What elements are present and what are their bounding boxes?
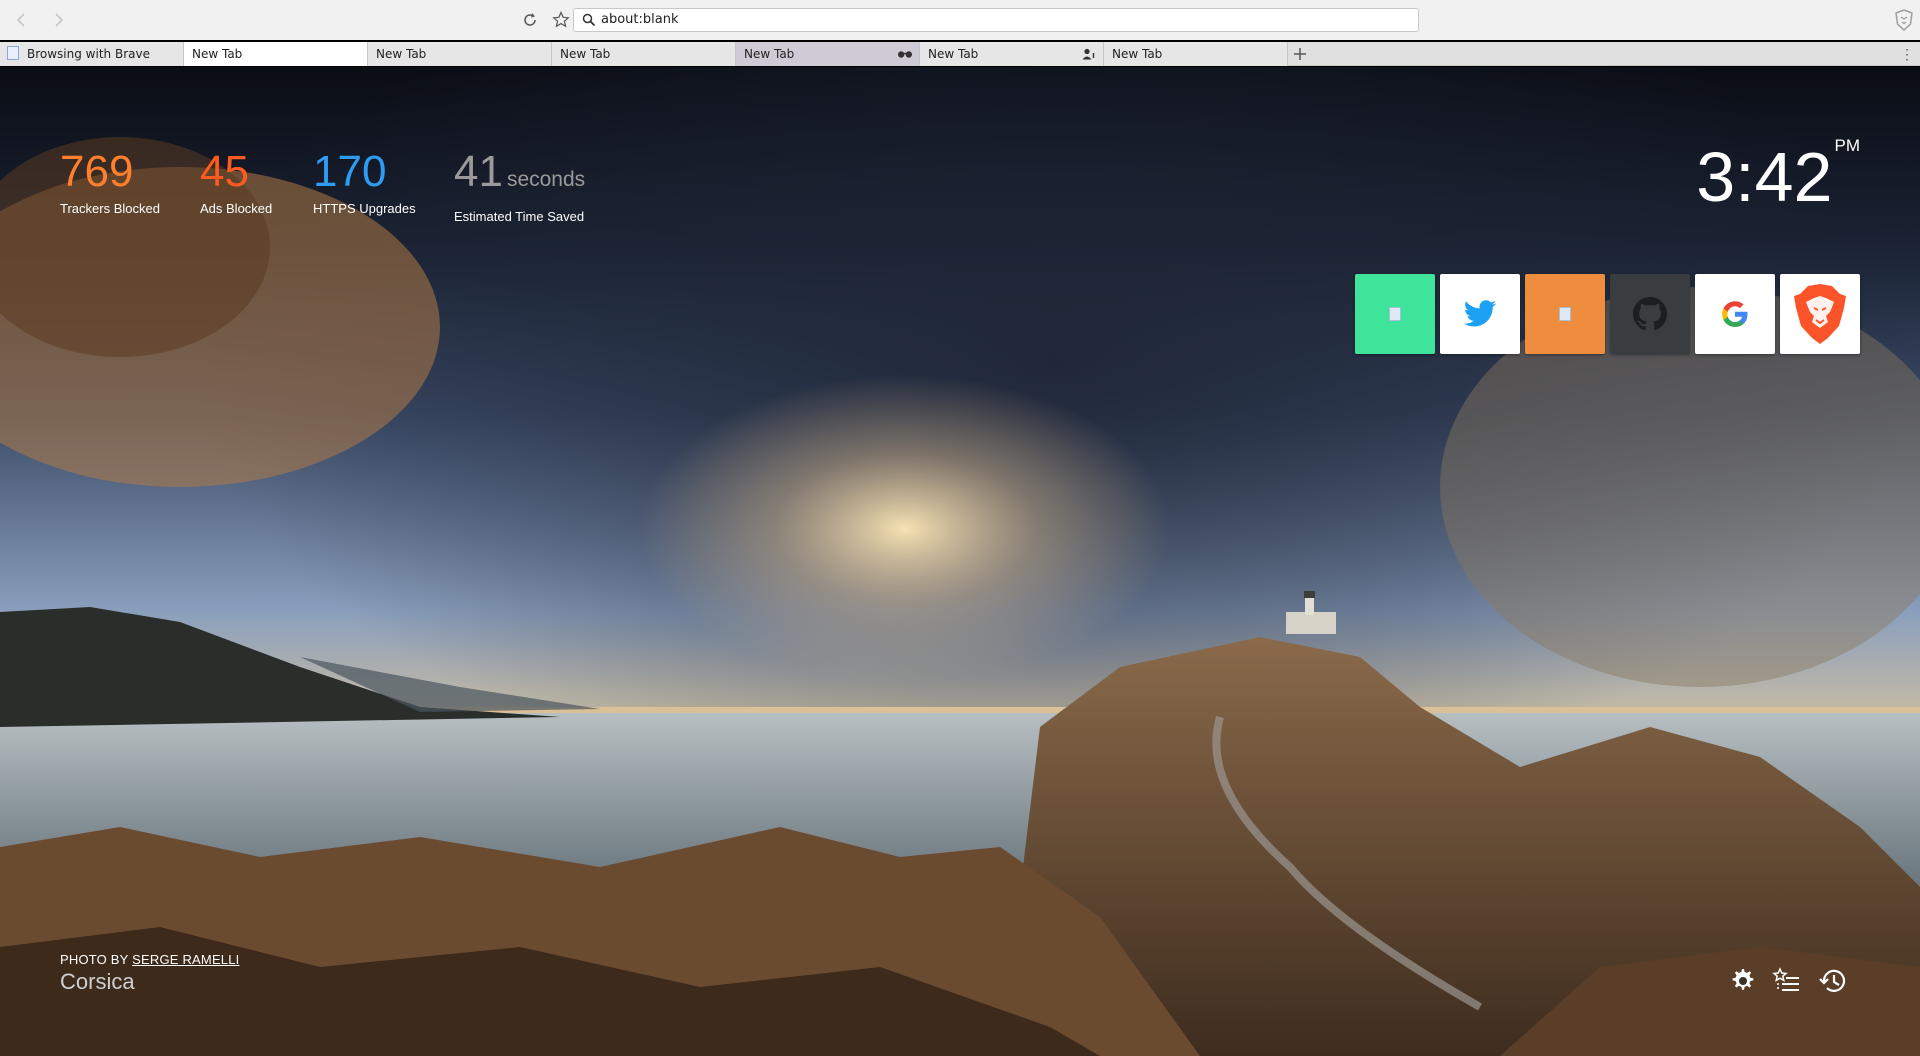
search-icon [582,13,596,27]
site-tile-github[interactable] [1610,274,1690,354]
stat-label: Trackers Blocked [60,201,160,216]
tab-strip: Browsing with Brave New Tab New Tab New … [0,42,1920,66]
site-tile-twitter[interactable] [1440,274,1520,354]
gear-icon [1732,969,1754,990]
bookmark-star-button[interactable] [551,10,571,30]
tab-label: New Tab [744,47,795,61]
photographer-link[interactable]: SERGE RAMELLI [132,952,239,967]
tab-label: New Tab [376,47,427,61]
brave-shield-icon [1895,9,1913,31]
stat-ads-blocked: 45 Ads Blocked [200,147,273,217]
new-tab-button[interactable] [1292,46,1308,62]
tab-new-tab-active[interactable]: New Tab [184,42,368,66]
history-icon [1819,969,1846,992]
site-tile-green[interactable] [1355,274,1435,354]
tab-new-tab[interactable]: New Tab [368,42,552,66]
photo-location: Corsica [60,969,135,994]
bookmarks-icon [1772,967,1799,991]
stat-label: HTTPS Upgrades [313,201,416,216]
back-button[interactable] [11,10,31,30]
private-glasses-icon [898,51,912,58]
tab-label: New Tab [192,47,243,61]
photo-credit: PHOTO BY SERGE RAMELLI Corsica [60,952,239,995]
menu-button[interactable]: ⋮ [1900,44,1914,64]
session-person-icon [1082,48,1095,60]
settings-button[interactable] [1727,966,1757,996]
background-photo [0,67,1920,1056]
tab-label: Browsing with Brave [27,47,150,61]
brave-lion-icon [1794,284,1846,344]
github-icon [1633,297,1667,331]
site-tile-orange[interactable] [1525,274,1605,354]
site-tile-brave[interactable] [1780,274,1860,354]
page-favicon-icon [7,46,19,60]
clock-time: 3:42 [1696,138,1833,216]
twitter-icon [1463,300,1496,327]
reload-icon [524,13,536,26]
page-icon [1389,307,1401,321]
tab-new-tab-private[interactable]: New Tab [736,42,920,66]
google-icon [1722,301,1748,327]
stat-value: 769 [60,147,134,196]
chevron-left-icon [16,13,25,27]
site-tile-google[interactable] [1695,274,1775,354]
stat-label: Estimated Time Saved [454,209,585,224]
chevron-right-icon [55,13,64,27]
tab-label: New Tab [1112,47,1163,61]
tab-label: New Tab [928,47,979,61]
new-tab-page: 769 Trackers Blocked 45 Ads Blocked 170 … [0,67,1920,1056]
stat-https-upgrades: 170 HTTPS Upgrades [313,147,416,217]
url-text[interactable]: about:blank [601,12,679,27]
plus-icon [1294,48,1306,60]
stat-trackers-blocked: 769 Trackers Blocked [60,147,160,217]
stat-unit: seconds [506,168,586,191]
tab-browsing-with-brave[interactable]: Browsing with Brave [0,42,184,66]
stat-value: 41 seconds [454,147,586,196]
url-bar[interactable]: about:blank [573,8,1419,32]
tab-new-tab-session[interactable]: New Tab [920,42,1104,66]
star-icon [552,11,570,28]
stat-value: 170 [313,147,387,196]
stat-value: 45 [200,147,249,196]
clock-period: PM [1834,136,1861,155]
tab-new-tab[interactable]: New Tab [1104,42,1288,66]
clock: 3:42 PM [1696,136,1861,217]
forward-button[interactable] [49,10,69,30]
bookmarks-button[interactable] [1772,966,1802,996]
photo-credit-line: PHOTO BY SERGE RAMELLI [60,952,240,967]
page-icon [1559,307,1571,321]
reload-button[interactable] [520,10,540,30]
tab-new-tab[interactable]: New Tab [552,42,736,66]
tab-label: New Tab [560,47,611,61]
browser-toolbar: about:blank [0,0,1920,40]
stat-label: Ads Blocked [200,201,273,216]
brave-shields-button[interactable] [1893,8,1915,32]
history-button[interactable] [1818,966,1848,996]
stat-time-saved: 41 seconds Estimated Time Saved [454,147,586,225]
